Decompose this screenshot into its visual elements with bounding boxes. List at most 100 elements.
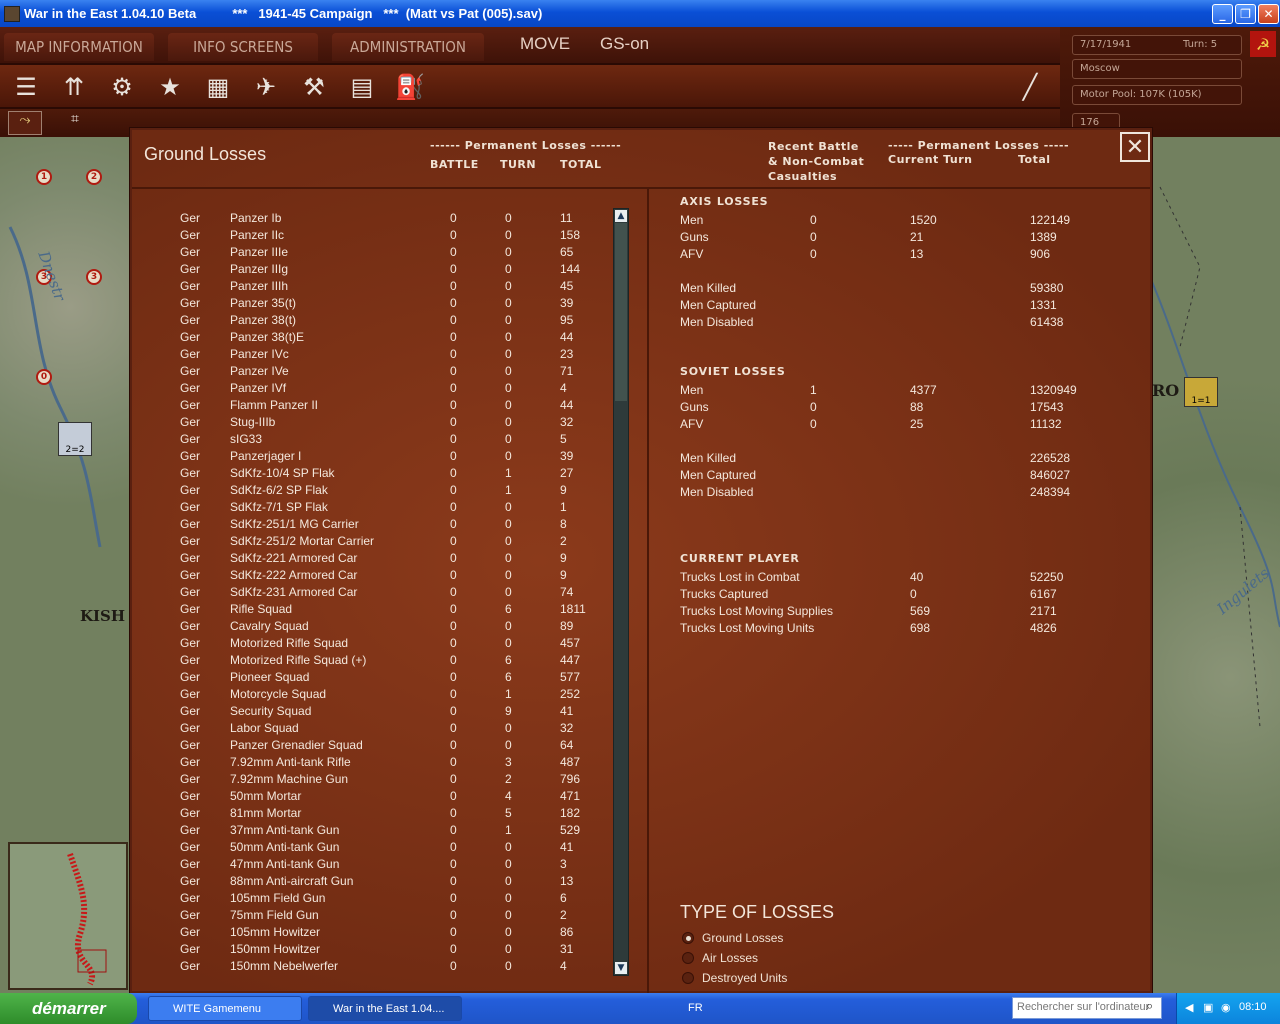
menu-administration[interactable]: ADMINISTRATION: [332, 33, 484, 61]
soviet-unit-counter[interactable]: 2=2: [58, 422, 92, 456]
tray-globe-icon[interactable]: ◉: [1221, 1001, 1231, 1014]
map-label-kish: KISH: [80, 607, 126, 625]
cell-turn: 0: [505, 517, 512, 531]
cell-turn: 0: [505, 908, 512, 922]
radio-destroyed-units[interactable]: Destroyed Units: [682, 970, 882, 988]
f1-route-icon[interactable]: ⤳: [8, 111, 42, 135]
close-dialog-button[interactable]: ✕: [1120, 132, 1150, 162]
cell-battle: 0: [450, 857, 457, 871]
axis-casualty-cell: Men Killed: [680, 281, 737, 295]
task-wite-gamemenu[interactable]: WITE Gamemenu: [148, 996, 302, 1021]
scroll-up-icon[interactable]: ▲: [615, 210, 627, 222]
soviet-loss-cell: 25: [910, 417, 924, 431]
cell-unit-name: Panzer IIIe: [230, 245, 289, 259]
cell-battle: 0: [450, 228, 457, 242]
menu-map-information[interactable]: MAP INFORMATION: [4, 33, 154, 61]
cell-battle: 0: [450, 908, 457, 922]
cell-total: 529: [560, 823, 581, 837]
radio-dot[interactable]: [682, 932, 694, 944]
fuel-icon[interactable]: ⛽: [392, 69, 428, 105]
radio-air-losses[interactable]: Air Losses: [682, 950, 882, 968]
cell-unit-name: SdKfz-7/1 SP Flak: [230, 500, 328, 514]
minimap[interactable]: [8, 842, 128, 990]
losses-scrollbar[interactable]: ▲ ▼: [613, 208, 629, 976]
star-icon[interactable]: ★: [152, 69, 188, 105]
language-indicator[interactable]: FR: [688, 1002, 703, 1014]
tray-back-icon[interactable]: ◀: [1185, 1001, 1193, 1014]
rail-icon[interactable]: ▤: [344, 69, 380, 105]
table-row: Ger Motorized Rifle Squad (+) 0 6 447: [132, 652, 612, 669]
cell-nation: Ger: [180, 925, 201, 939]
cell-battle: 0: [450, 687, 457, 701]
axis-casualty-cell: 61438: [1030, 315, 1064, 329]
menu-info-screens[interactable]: INFO SCREENS: [168, 33, 318, 61]
restore-button[interactable]: ❐: [1235, 4, 1256, 24]
cell-turn: 6: [505, 602, 512, 616]
minimize-button[interactable]: _: [1212, 4, 1233, 24]
soviet-casualty-cell: 226528: [1030, 451, 1071, 465]
table-row: Ger Cavalry Squad 0 0 89: [132, 618, 612, 635]
table-row: Ger 105mm Howitzer 0 0 86: [132, 924, 612, 941]
mode-indicator[interactable]: MOVE: [520, 34, 570, 54]
table-row: Ger SdKfz-231 Armored Car 0 0 74: [132, 584, 612, 601]
start-button[interactable]: démarrer: [0, 993, 137, 1024]
cell-battle: 0: [450, 279, 457, 293]
cell-nation: Ger: [180, 687, 201, 701]
radio-dot[interactable]: [682, 972, 694, 984]
gear-icon[interactable]: ⚙: [104, 69, 140, 105]
cell-total: 32: [560, 721, 574, 735]
cell-turn: 0: [505, 245, 512, 259]
cell-turn: 0: [505, 857, 512, 871]
cell-nation: Ger: [180, 415, 201, 429]
cell-total: 3: [560, 857, 567, 871]
radio-dot[interactable]: [682, 952, 694, 964]
hex-grid-icon[interactable]: ▦: [200, 69, 236, 105]
axis-loss-cell: 21: [910, 230, 924, 244]
search-input[interactable]: Rechercher sur l'ordinateur: [1012, 997, 1162, 1019]
cell-battle: 0: [450, 891, 457, 905]
unit-marker[interactable]: 2: [86, 169, 102, 185]
table-row: Ger Panzer IIIh 0 0 45: [132, 278, 612, 295]
units-icon[interactable]: ⇈: [56, 69, 92, 105]
pencil-icon[interactable]: ╱: [1012, 69, 1048, 105]
scroll-thumb[interactable]: [615, 223, 627, 401]
cell-turn: 0: [505, 636, 512, 650]
truck-loss-cell: Trucks Captured: [680, 587, 769, 601]
cell-nation: Ger: [180, 602, 201, 616]
search-icon[interactable]: ⌕: [1146, 999, 1153, 1014]
table-row: Ger SdKfz-251/2 Mortar Carrier 0 0 2: [132, 533, 612, 550]
truck-loss-cell: 40: [910, 570, 924, 584]
losses-list[interactable]: Ger Panzer Ib 0 0 11 Ger Panzer IIc 0 0 158 Ger Pan…: [132, 210, 622, 990]
table-row: Ger Rifle Squad 0 6 1811: [132, 601, 612, 618]
unit-marker[interactable]: 1: [36, 169, 52, 185]
table-row: Ger SdKfz-222 Armored Car 0 0 9: [132, 567, 612, 584]
window-titlebar[interactable]: War in the East 1.04.10 Beta *** 1941-45…: [0, 0, 1280, 27]
task-war-in-the-east[interactable]: War in the East 1.04....: [308, 996, 462, 1021]
radio-ground-losses[interactable]: Ground Losses: [682, 930, 882, 948]
unit-marker[interactable]: 3: [86, 269, 102, 285]
cell-total: 39: [560, 296, 574, 310]
scroll-down-icon[interactable]: ▼: [615, 962, 627, 974]
close-window-button[interactable]: ✕: [1258, 4, 1279, 24]
cell-battle: 0: [450, 245, 457, 259]
radio-label: Destroyed Units: [702, 971, 788, 985]
unit-marker[interactable]: 0: [36, 369, 52, 385]
cell-turn: 0: [505, 347, 512, 361]
cell-nation: Ger: [180, 653, 201, 667]
cell-nation: Ger: [180, 738, 201, 752]
air-icon[interactable]: ✈: [248, 69, 284, 105]
axis-loss-cell: AFV: [680, 247, 704, 261]
cell-total: 86: [560, 925, 574, 939]
supply-icon[interactable]: ⚒: [296, 69, 332, 105]
axis-unit-counter[interactable]: 1=1: [1184, 377, 1218, 407]
f2-rail-icon[interactable]: ⌗: [58, 111, 92, 135]
toolbar: ☰ ⇈ ⚙ ★ ▦ ✈ ⚒ ▤ ⛽ ╱: [0, 65, 1060, 109]
cell-nation: Ger: [180, 296, 201, 310]
tray-network-icon[interactable]: ▣: [1203, 1001, 1213, 1014]
stack-icon[interactable]: ☰: [8, 69, 44, 105]
gs-toggle[interactable]: GS-on: [600, 34, 649, 54]
axis-losses-header: AXIS LOSSES: [680, 195, 769, 208]
cell-turn: 0: [505, 211, 512, 225]
radio-label: Air Losses: [702, 951, 759, 965]
cell-battle: 0: [450, 772, 457, 786]
